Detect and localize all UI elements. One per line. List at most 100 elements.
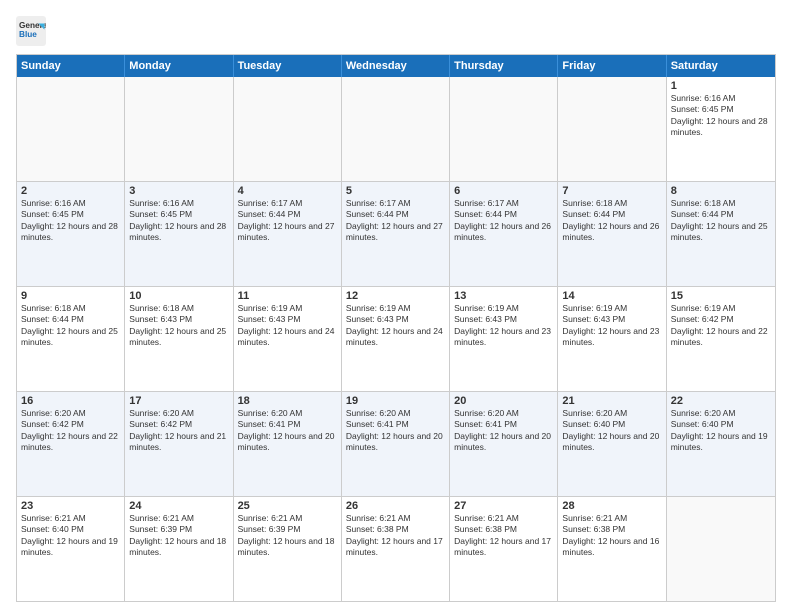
header-day-sunday: Sunday xyxy=(17,55,125,77)
calendar-day-21: 21Sunrise: 6:20 AM Sunset: 6:40 PM Dayli… xyxy=(558,392,666,496)
day-number: 19 xyxy=(346,395,445,407)
calendar-day-2: 2Sunrise: 6:16 AM Sunset: 6:45 PM Daylig… xyxy=(17,182,125,286)
day-info: Sunrise: 6:21 AM Sunset: 6:39 PM Dayligh… xyxy=(238,513,337,559)
day-info: Sunrise: 6:20 AM Sunset: 6:42 PM Dayligh… xyxy=(129,408,228,454)
calendar-week-2: 2Sunrise: 6:16 AM Sunset: 6:45 PM Daylig… xyxy=(17,182,775,287)
calendar: SundayMondayTuesdayWednesdayThursdayFrid… xyxy=(16,54,776,602)
calendar-day-18: 18Sunrise: 6:20 AM Sunset: 6:41 PM Dayli… xyxy=(234,392,342,496)
header-day-tuesday: Tuesday xyxy=(234,55,342,77)
calendar-day-empty-0-0 xyxy=(17,77,125,181)
day-info: Sunrise: 6:18 AM Sunset: 6:44 PM Dayligh… xyxy=(671,198,771,244)
day-number: 2 xyxy=(21,185,120,197)
day-info: Sunrise: 6:20 AM Sunset: 6:42 PM Dayligh… xyxy=(21,408,120,454)
day-info: Sunrise: 6:21 AM Sunset: 6:40 PM Dayligh… xyxy=(21,513,120,559)
day-info: Sunrise: 6:19 AM Sunset: 6:43 PM Dayligh… xyxy=(454,303,553,349)
day-info: Sunrise: 6:20 AM Sunset: 6:41 PM Dayligh… xyxy=(238,408,337,454)
day-number: 9 xyxy=(21,290,120,302)
calendar-day-8: 8Sunrise: 6:18 AM Sunset: 6:44 PM Daylig… xyxy=(667,182,775,286)
calendar-day-12: 12Sunrise: 6:19 AM Sunset: 6:43 PM Dayli… xyxy=(342,287,450,391)
day-info: Sunrise: 6:18 AM Sunset: 6:44 PM Dayligh… xyxy=(21,303,120,349)
day-number: 4 xyxy=(238,185,337,197)
day-number: 21 xyxy=(562,395,661,407)
header-day-friday: Friday xyxy=(558,55,666,77)
calendar-week-3: 9Sunrise: 6:18 AM Sunset: 6:44 PM Daylig… xyxy=(17,287,775,392)
day-number: 10 xyxy=(129,290,228,302)
calendar-week-1: 1Sunrise: 6:16 AM Sunset: 6:45 PM Daylig… xyxy=(17,77,775,182)
calendar-day-19: 19Sunrise: 6:20 AM Sunset: 6:41 PM Dayli… xyxy=(342,392,450,496)
day-info: Sunrise: 6:16 AM Sunset: 6:45 PM Dayligh… xyxy=(21,198,120,244)
day-number: 20 xyxy=(454,395,553,407)
day-info: Sunrise: 6:16 AM Sunset: 6:45 PM Dayligh… xyxy=(129,198,228,244)
day-number: 1 xyxy=(671,80,771,92)
day-number: 13 xyxy=(454,290,553,302)
calendar-day-7: 7Sunrise: 6:18 AM Sunset: 6:44 PM Daylig… xyxy=(558,182,666,286)
day-info: Sunrise: 6:20 AM Sunset: 6:40 PM Dayligh… xyxy=(562,408,661,454)
calendar-day-17: 17Sunrise: 6:20 AM Sunset: 6:42 PM Dayli… xyxy=(125,392,233,496)
calendar-header: SundayMondayTuesdayWednesdayThursdayFrid… xyxy=(17,55,775,77)
calendar-day-10: 10Sunrise: 6:18 AM Sunset: 6:43 PM Dayli… xyxy=(125,287,233,391)
calendar-day-empty-0-4 xyxy=(450,77,558,181)
day-info: Sunrise: 6:17 AM Sunset: 6:44 PM Dayligh… xyxy=(346,198,445,244)
logo: General Blue xyxy=(16,16,46,46)
day-number: 23 xyxy=(21,500,120,512)
day-info: Sunrise: 6:19 AM Sunset: 6:43 PM Dayligh… xyxy=(238,303,337,349)
header-day-saturday: Saturday xyxy=(667,55,775,77)
day-number: 17 xyxy=(129,395,228,407)
day-info: Sunrise: 6:19 AM Sunset: 6:43 PM Dayligh… xyxy=(346,303,445,349)
calendar-day-empty-0-2 xyxy=(234,77,342,181)
calendar-day-16: 16Sunrise: 6:20 AM Sunset: 6:42 PM Dayli… xyxy=(17,392,125,496)
calendar-day-6: 6Sunrise: 6:17 AM Sunset: 6:44 PM Daylig… xyxy=(450,182,558,286)
day-number: 5 xyxy=(346,185,445,197)
day-info: Sunrise: 6:21 AM Sunset: 6:39 PM Dayligh… xyxy=(129,513,228,559)
day-number: 6 xyxy=(454,185,553,197)
calendar-day-25: 25Sunrise: 6:21 AM Sunset: 6:39 PM Dayli… xyxy=(234,497,342,601)
calendar-day-22: 22Sunrise: 6:20 AM Sunset: 6:40 PM Dayli… xyxy=(667,392,775,496)
day-number: 11 xyxy=(238,290,337,302)
day-number: 15 xyxy=(671,290,771,302)
calendar-day-3: 3Sunrise: 6:16 AM Sunset: 6:45 PM Daylig… xyxy=(125,182,233,286)
day-info: Sunrise: 6:21 AM Sunset: 6:38 PM Dayligh… xyxy=(562,513,661,559)
day-number: 18 xyxy=(238,395,337,407)
logo-icon: General Blue xyxy=(16,16,46,46)
day-info: Sunrise: 6:17 AM Sunset: 6:44 PM Dayligh… xyxy=(454,198,553,244)
day-number: 26 xyxy=(346,500,445,512)
calendar-day-4: 4Sunrise: 6:17 AM Sunset: 6:44 PM Daylig… xyxy=(234,182,342,286)
calendar-day-1: 1Sunrise: 6:16 AM Sunset: 6:45 PM Daylig… xyxy=(667,77,775,181)
day-info: Sunrise: 6:19 AM Sunset: 6:43 PM Dayligh… xyxy=(562,303,661,349)
day-number: 28 xyxy=(562,500,661,512)
calendar-day-empty-0-3 xyxy=(342,77,450,181)
svg-text:Blue: Blue xyxy=(19,30,37,39)
header-day-monday: Monday xyxy=(125,55,233,77)
day-info: Sunrise: 6:20 AM Sunset: 6:40 PM Dayligh… xyxy=(671,408,771,454)
header-day-wednesday: Wednesday xyxy=(342,55,450,77)
calendar-day-empty-4-6 xyxy=(667,497,775,601)
day-info: Sunrise: 6:18 AM Sunset: 6:43 PM Dayligh… xyxy=(129,303,228,349)
day-info: Sunrise: 6:16 AM Sunset: 6:45 PM Dayligh… xyxy=(671,93,771,139)
day-number: 27 xyxy=(454,500,553,512)
calendar-day-11: 11Sunrise: 6:19 AM Sunset: 6:43 PM Dayli… xyxy=(234,287,342,391)
day-number: 24 xyxy=(129,500,228,512)
day-info: Sunrise: 6:17 AM Sunset: 6:44 PM Dayligh… xyxy=(238,198,337,244)
day-number: 22 xyxy=(671,395,771,407)
calendar-week-5: 23Sunrise: 6:21 AM Sunset: 6:40 PM Dayli… xyxy=(17,497,775,601)
calendar-day-23: 23Sunrise: 6:21 AM Sunset: 6:40 PM Dayli… xyxy=(17,497,125,601)
day-number: 16 xyxy=(21,395,120,407)
day-info: Sunrise: 6:21 AM Sunset: 6:38 PM Dayligh… xyxy=(454,513,553,559)
day-number: 3 xyxy=(129,185,228,197)
calendar-day-15: 15Sunrise: 6:19 AM Sunset: 6:42 PM Dayli… xyxy=(667,287,775,391)
calendar-day-5: 5Sunrise: 6:17 AM Sunset: 6:44 PM Daylig… xyxy=(342,182,450,286)
calendar-week-4: 16Sunrise: 6:20 AM Sunset: 6:42 PM Dayli… xyxy=(17,392,775,497)
header: General Blue xyxy=(16,16,776,46)
calendar-body: 1Sunrise: 6:16 AM Sunset: 6:45 PM Daylig… xyxy=(17,77,775,601)
calendar-day-20: 20Sunrise: 6:20 AM Sunset: 6:41 PM Dayli… xyxy=(450,392,558,496)
day-number: 14 xyxy=(562,290,661,302)
day-number: 12 xyxy=(346,290,445,302)
calendar-day-empty-0-5 xyxy=(558,77,666,181)
calendar-day-14: 14Sunrise: 6:19 AM Sunset: 6:43 PM Dayli… xyxy=(558,287,666,391)
day-info: Sunrise: 6:19 AM Sunset: 6:42 PM Dayligh… xyxy=(671,303,771,349)
calendar-day-9: 9Sunrise: 6:18 AM Sunset: 6:44 PM Daylig… xyxy=(17,287,125,391)
day-number: 25 xyxy=(238,500,337,512)
calendar-day-24: 24Sunrise: 6:21 AM Sunset: 6:39 PM Dayli… xyxy=(125,497,233,601)
day-info: Sunrise: 6:20 AM Sunset: 6:41 PM Dayligh… xyxy=(454,408,553,454)
calendar-day-13: 13Sunrise: 6:19 AM Sunset: 6:43 PM Dayli… xyxy=(450,287,558,391)
